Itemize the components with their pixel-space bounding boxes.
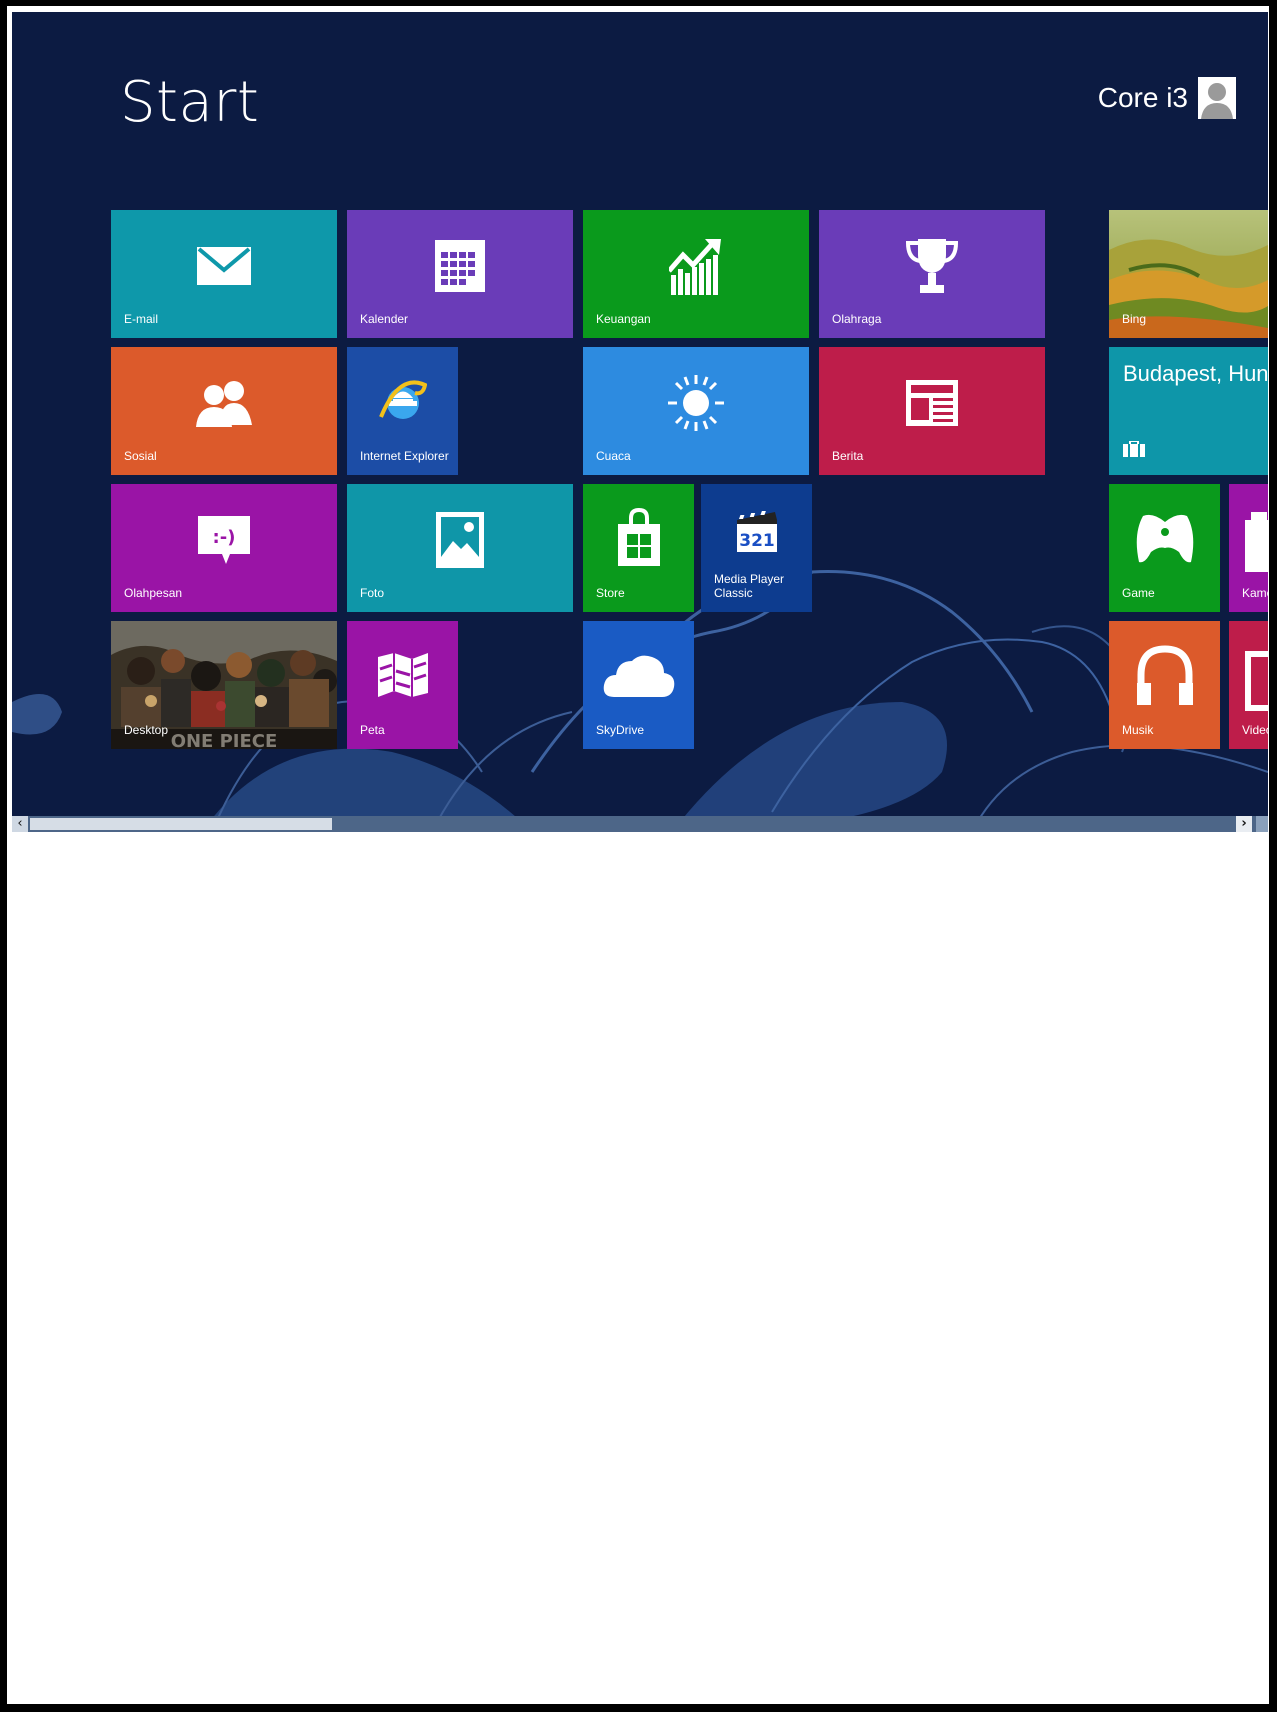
tile-olahraga[interactable]: Olahraga: [819, 210, 1045, 338]
tile-cuaca[interactable]: Cuaca: [583, 347, 809, 475]
tile-label: Olahpesan: [124, 586, 183, 600]
travel-city-title: Budapest, Hunga: [1123, 361, 1268, 386]
trophy-icon: [906, 237, 958, 295]
tile-game[interactable]: Game: [1109, 484, 1220, 612]
horizontal-scrollbar[interactable]: ‹ ›: [12, 816, 1268, 832]
tile-store[interactable]: Store: [583, 484, 694, 612]
people-icon: [194, 379, 254, 428]
start-screen: Start Core i3 E-mail Kalender Keuangan O…: [12, 12, 1268, 832]
user-account[interactable]: Core i3: [1098, 76, 1236, 120]
tile-berita[interactable]: Berita: [819, 347, 1045, 475]
tile-label: Berita: [832, 449, 864, 463]
tile-label: Musik: [1122, 723, 1154, 737]
scroll-end-cap: [1256, 816, 1268, 832]
cloud-icon: [602, 651, 676, 699]
media-player-icon: 321: [735, 508, 779, 554]
tile-label: Game: [1122, 586, 1155, 600]
tile-label: SkyDrive: [596, 723, 645, 737]
tile-sosial[interactable]: Sosial: [111, 347, 337, 475]
scroll-thumb[interactable]: [30, 818, 332, 830]
tile-email[interactable]: E-mail: [111, 210, 337, 338]
svg-text::-): :-): [213, 527, 236, 548]
tile-label: Kalender: [360, 312, 409, 326]
tile-label: E-mail: [124, 312, 159, 326]
map-icon: [376, 651, 430, 699]
messaging-icon: :-): [196, 514, 252, 566]
tile-label: Video: [1242, 723, 1268, 737]
tile-bing[interactable]: Bing: [1109, 210, 1268, 338]
tile-internet-explorer[interactable]: Internet Explorer: [347, 347, 458, 475]
internet-explorer-icon: [378, 377, 427, 425]
tile-label: Media Player Classic: [714, 572, 785, 600]
tile-label: Keuangan: [596, 312, 651, 326]
tile-label: Bing: [1122, 312, 1147, 326]
tile-travel[interactable]: Budapest, Hunga: [1109, 347, 1268, 475]
finance-chart-icon: [669, 237, 723, 296]
tile-keuangan[interactable]: Keuangan: [583, 210, 809, 338]
tile-peta[interactable]: Peta: [347, 621, 458, 749]
tile-label: Foto: [360, 586, 385, 600]
start-title: Start: [120, 70, 260, 135]
tile-kalender[interactable]: Kalender: [347, 210, 573, 338]
tile-label: Cuaca: [596, 449, 631, 463]
tile-desktop[interactable]: ONE PIECE Desktop: [111, 621, 337, 749]
avatar-icon: [1198, 77, 1236, 119]
tile-video[interactable]: Video: [1229, 621, 1268, 749]
tile-label: Olahraga: [832, 312, 882, 326]
tile-olahpesan[interactable]: :-) Olahpesan: [111, 484, 337, 612]
scroll-right-button[interactable]: ›: [1236, 816, 1252, 832]
headphones-icon: [1135, 643, 1195, 707]
mpc-badge-text: 321: [739, 531, 775, 551]
scroll-left-button[interactable]: ‹: [12, 816, 28, 832]
tile-skydrive[interactable]: SkyDrive: [583, 621, 694, 749]
tile-label: Internet Explorer: [360, 449, 449, 463]
tile-label: Peta: [360, 723, 385, 737]
photo-icon: [435, 511, 485, 569]
xbox-icon: [1133, 510, 1197, 566]
tile-foto[interactable]: Foto: [347, 484, 573, 612]
tile-media-player-classic[interactable]: 321 Media Player Classic: [701, 484, 812, 612]
tile-label: Store: [596, 586, 625, 600]
suitcase-icon: [1123, 440, 1145, 461]
tile-kamera[interactable]: Kame: [1229, 484, 1268, 612]
tile-musik[interactable]: Musik: [1109, 621, 1220, 749]
camera-icon: [1243, 512, 1268, 576]
tile-label: Desktop: [124, 723, 169, 737]
calendar-icon: [435, 240, 485, 293]
tile-label: Kame: [1242, 586, 1268, 600]
mail-icon: [196, 246, 252, 286]
svg-text:ONE PIECE: ONE PIECE: [171, 731, 278, 749]
user-name: Core i3: [1097, 82, 1188, 113]
store-bag-icon: [614, 507, 664, 568]
tile-label: Sosial: [124, 449, 157, 463]
news-icon: [904, 378, 960, 428]
video-icon: [1245, 651, 1268, 715]
sun-icon: [667, 374, 725, 432]
